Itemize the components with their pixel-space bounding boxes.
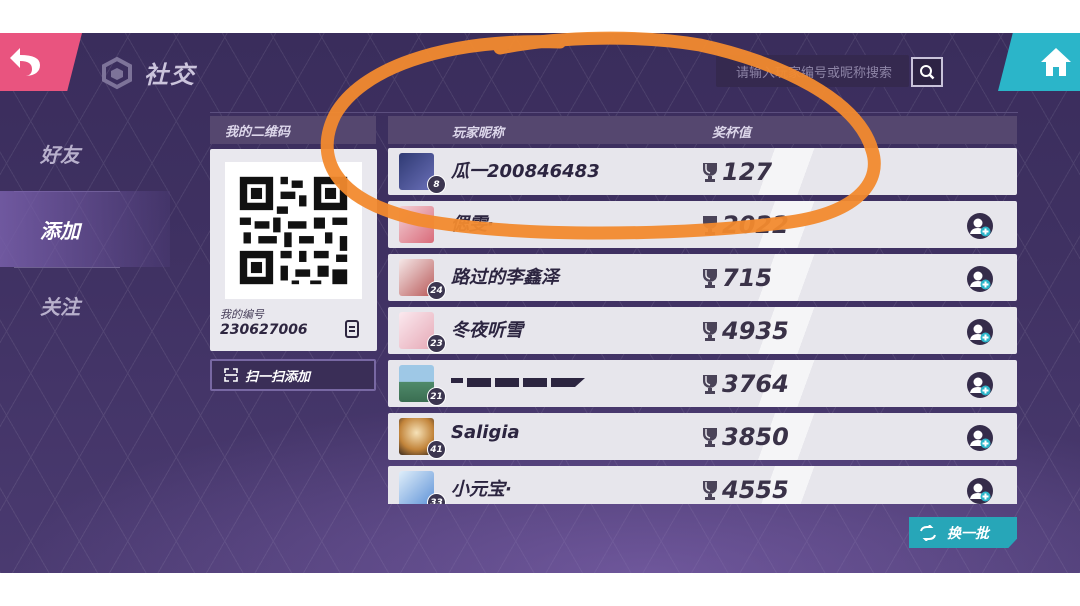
copy-icon bbox=[345, 320, 359, 338]
trophy-icon bbox=[703, 375, 717, 394]
trophy-value: 3850 bbox=[722, 423, 789, 451]
player-name: 偲雯· bbox=[451, 214, 494, 235]
list-item[interactable]: 23 冬夜听雪 4935 bbox=[388, 307, 1017, 354]
level-badge: 24 bbox=[427, 281, 446, 300]
add-friend-icon bbox=[970, 483, 991, 502]
scan-add-button[interactable]: 扫一扫添加 bbox=[210, 359, 376, 391]
avatar: 41 bbox=[399, 418, 446, 459]
nav-item-label: 添加 bbox=[40, 218, 80, 243]
column-header-name: 玩家昵称 bbox=[452, 126, 505, 141]
trophy-icon bbox=[703, 216, 717, 235]
add-friend-button[interactable] bbox=[967, 319, 993, 345]
trophy-icon bbox=[703, 269, 717, 288]
level-badge: 41 bbox=[427, 440, 446, 459]
player-name: 冬夜听雪 bbox=[451, 320, 523, 341]
nav-item-follow[interactable]: 关注 bbox=[0, 267, 170, 343]
column-header-trophy: 奖杯值 bbox=[712, 126, 752, 141]
page-title: 社交 bbox=[144, 61, 196, 89]
home-icon bbox=[1041, 48, 1071, 76]
qr-code-image bbox=[225, 162, 362, 299]
page-title-group: 社交 bbox=[100, 55, 196, 90]
add-friend-icon bbox=[970, 324, 991, 343]
copy-button[interactable] bbox=[344, 320, 360, 342]
list-item[interactable]: 21 3764 bbox=[388, 360, 1017, 407]
trophy-value: 127 bbox=[722, 158, 773, 186]
trophy-icon bbox=[703, 481, 717, 500]
add-friend-icon bbox=[970, 430, 991, 449]
avatar: 21 bbox=[399, 365, 446, 406]
qr-card: 我的编号 230627006 bbox=[210, 149, 377, 351]
player-name-symbols bbox=[451, 378, 585, 387]
player-list-header: 玩家昵称 奖杯值 bbox=[388, 116, 1017, 144]
trophy-icon bbox=[703, 322, 717, 341]
list-item[interactable]: 24 路过的李鑫泽 715 bbox=[388, 254, 1017, 301]
scan-add-label: 扫一扫添加 bbox=[245, 369, 311, 385]
level-badge: 33 bbox=[427, 493, 446, 504]
player-name: 瓜一200846483 bbox=[451, 161, 600, 182]
add-friend-button[interactable] bbox=[967, 425, 993, 451]
list-item[interactable]: 41 Saligia 3850 bbox=[388, 413, 1017, 460]
player-id-label: 我的编号 bbox=[220, 308, 264, 321]
add-friend-button[interactable] bbox=[967, 478, 993, 504]
player-name: Saligia bbox=[451, 422, 520, 443]
header-divider bbox=[210, 112, 1018, 113]
nav-item-label: 好友 bbox=[40, 142, 80, 167]
list-item[interactable]: 8 瓜一200846483 127 bbox=[388, 148, 1017, 195]
refresh-batch-label: 换一批 bbox=[947, 525, 989, 542]
back-arrow-icon bbox=[10, 48, 40, 76]
list-item[interactable]: 偲雯· 2022 bbox=[388, 201, 1017, 248]
nav-item-friends[interactable]: 好友 bbox=[0, 115, 170, 191]
add-friend-button[interactable] bbox=[967, 213, 993, 239]
add-friend-icon bbox=[970, 377, 991, 396]
nav-item-add[interactable]: 添加 bbox=[0, 191, 170, 267]
qr-code bbox=[225, 162, 362, 299]
search-button[interactable] bbox=[911, 57, 943, 87]
avatar: 8 bbox=[399, 153, 446, 194]
player-name: 路过的李鑫泽 bbox=[451, 267, 559, 288]
add-friend-icon bbox=[970, 271, 991, 290]
side-nav: 好友 添加 关注 bbox=[0, 115, 170, 343]
search-input[interactable]: 请输入玩家编号或昵称搜索 bbox=[716, 55, 909, 87]
player-name: 小元宝· bbox=[451, 479, 512, 500]
trophy-value: 4555 bbox=[722, 476, 789, 504]
player-id-value: 230627006 bbox=[220, 322, 308, 338]
social-screen: 社交 请输入玩家编号或昵称搜索 好友 添加 关注 我的二维码 我的编号 2306… bbox=[0, 33, 1080, 573]
search-icon bbox=[920, 65, 935, 80]
refresh-batch-button[interactable]: 换一批 bbox=[909, 517, 1017, 548]
avatar bbox=[399, 206, 434, 243]
list-item[interactable]: 33 小元宝· 4555 bbox=[388, 466, 1017, 504]
trophy-value: 4935 bbox=[722, 317, 789, 345]
add-friend-button[interactable] bbox=[967, 372, 993, 398]
level-badge: 23 bbox=[427, 334, 446, 353]
avatar: 24 bbox=[399, 259, 446, 300]
level-badge: 21 bbox=[427, 387, 446, 406]
avatar: 33 bbox=[399, 471, 446, 504]
add-friend-button[interactable] bbox=[967, 266, 993, 292]
refresh-icon bbox=[920, 524, 936, 541]
trophy-value: 2022 bbox=[722, 211, 789, 239]
trophy-value: 715 bbox=[722, 264, 773, 292]
cube-logo-icon bbox=[102, 56, 132, 89]
avatar: 23 bbox=[399, 312, 446, 353]
nav-item-label: 关注 bbox=[40, 294, 80, 319]
trophy-icon bbox=[703, 428, 717, 447]
trophy-icon bbox=[703, 163, 717, 182]
add-friend-icon bbox=[970, 218, 991, 237]
level-badge: 8 bbox=[427, 175, 446, 194]
player-list[interactable]: 8 瓜一200846483 127 偲雯· 2022 24 路过的李鑫泽 715 bbox=[388, 148, 1017, 504]
qr-panel-header: 我的二维码 bbox=[210, 116, 376, 144]
scan-icon bbox=[224, 368, 238, 382]
trophy-value: 3764 bbox=[722, 370, 789, 398]
